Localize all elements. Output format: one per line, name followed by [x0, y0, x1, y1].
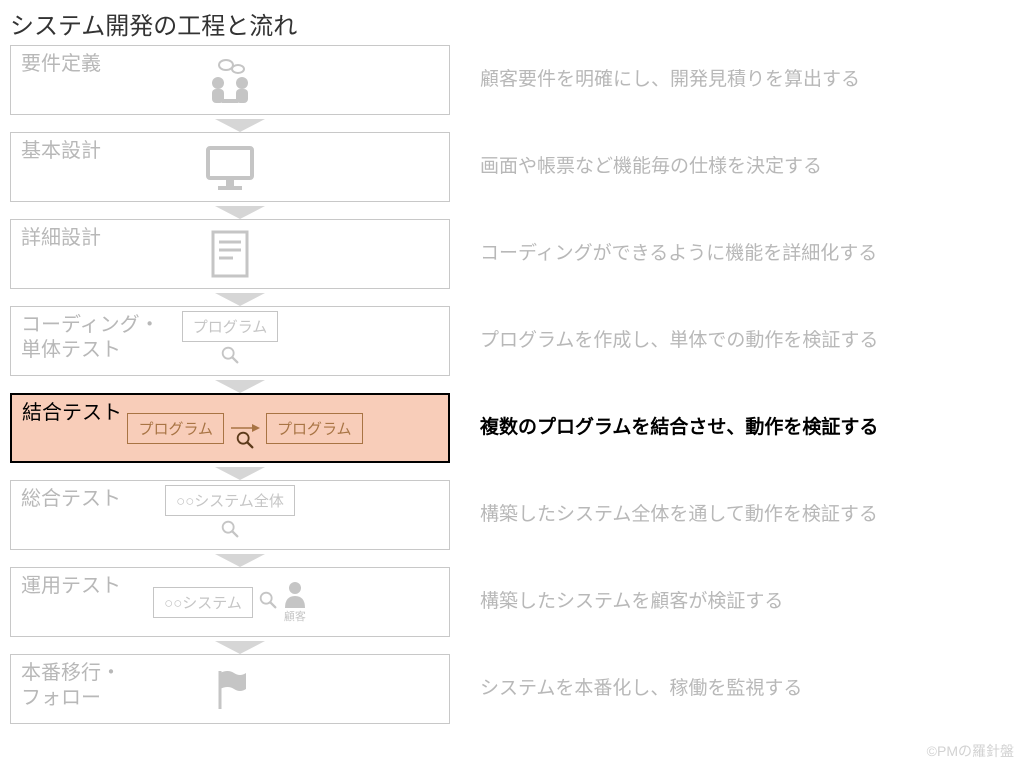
stage-name: 要件定義	[11, 46, 111, 83]
page-title: システム開発の工程と流れ	[0, 0, 1024, 45]
chevron-down-icon	[20, 206, 460, 219]
stage-name: 総合テスト	[11, 481, 131, 518]
stage-name: 運用テスト	[11, 568, 131, 605]
system-box: ○○システム	[153, 587, 253, 618]
program-box: プログラム	[266, 413, 363, 444]
stage-name: 基本設計	[11, 133, 111, 170]
system-whole-box: ○○システム全体	[165, 485, 295, 516]
stage-box: 総合テスト ○○システム全体	[10, 480, 450, 550]
stage-description: プログラムを作成し、単体での動作を検証する	[480, 306, 1014, 376]
stage-name: コーディング・単体テスト	[11, 307, 170, 369]
stage-box: 結合テストプログラムプログラム	[10, 393, 450, 463]
chevron-down-icon	[20, 119, 460, 132]
chevron-down-icon	[20, 380, 460, 393]
stage-name: 本番移行・フォロー	[11, 655, 131, 717]
stage-description: システムを本番化し、稼働を監視する	[480, 654, 1014, 724]
customer-label: 顧客	[284, 608, 306, 624]
stage-name: 詳細設計	[11, 220, 111, 257]
chevron-down-icon	[20, 641, 460, 654]
copyright: ©PMの羅針盤	[927, 741, 1014, 761]
stage-description: 構築したシステム全体を通して動作を検証する	[480, 480, 1014, 550]
stage-description: 構築したシステムを顧客が検証する	[480, 567, 1014, 637]
chevron-down-icon	[20, 467, 460, 480]
stage-box: 詳細設計	[10, 219, 450, 289]
program-box: プログラム	[127, 413, 224, 444]
program-box: プログラム	[182, 311, 279, 342]
stage-box: 運用テスト ○○システム顧客	[10, 567, 450, 637]
stage-description: コーディングができるように機能を詳細化する	[480, 219, 1014, 289]
chevron-down-icon	[20, 554, 460, 567]
stage-list: 要件定義 顧客要件を明確にし、開発見積りを算出する基本設計 画面や帳票など機能毎の仕…	[0, 45, 1024, 728]
stage-box: 本番移行・フォロー	[10, 654, 450, 724]
chevron-down-icon	[20, 293, 460, 306]
stage-box: 基本設計	[10, 132, 450, 202]
stage-box: コーディング・単体テストプログラム	[10, 306, 450, 376]
stage-description: 顧客要件を明確にし、開発見積りを算出する	[480, 45, 1014, 115]
stage-box: 要件定義	[10, 45, 450, 115]
stage-description: 画面や帳票など機能毎の仕様を決定する	[480, 132, 1014, 202]
stage-name: 結合テスト	[12, 395, 132, 432]
stage-description: 複数のプログラムを結合させ、動作を検証する	[480, 393, 1014, 463]
